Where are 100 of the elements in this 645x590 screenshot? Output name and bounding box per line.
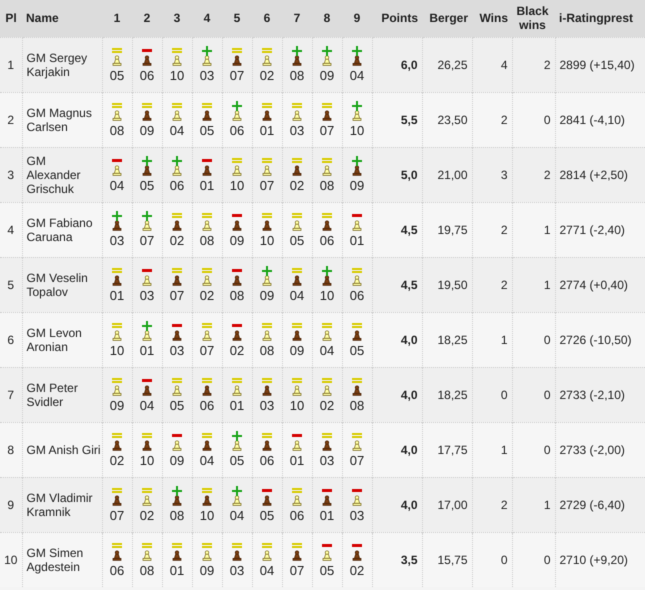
- opponent-number: 02: [230, 343, 244, 358]
- column-header: Pl: [0, 0, 22, 37]
- opponent-number: 06: [110, 563, 124, 578]
- opponent-number: 03: [110, 233, 124, 248]
- player-name: GM Fabiano Caruana: [22, 202, 102, 257]
- opponent-number: 07: [170, 288, 184, 303]
- opponent-number: 04: [320, 343, 334, 358]
- opponent-number: 02: [110, 453, 124, 468]
- opponent-number: 09: [350, 178, 364, 193]
- opponent-number: 03: [140, 288, 154, 303]
- opponent-number: 08: [110, 123, 124, 138]
- berger-cell: 26,25: [422, 37, 472, 92]
- opponent-number: 02: [140, 508, 154, 523]
- wins-cell: 4: [472, 37, 512, 92]
- rating-cell: 2841 (-4,10): [555, 92, 645, 147]
- opponent-number: 08: [290, 68, 304, 83]
- opponent-number: 03: [260, 398, 274, 413]
- berger-cell: 15,75: [422, 532, 472, 587]
- points-cell: 3,5: [372, 532, 422, 587]
- opponent-number: 01: [170, 563, 184, 578]
- berger-cell: 17,00: [422, 477, 472, 532]
- points-cell: 4,0: [372, 312, 422, 367]
- opponent-number: 03: [290, 123, 304, 138]
- wins-cell: 0: [472, 367, 512, 422]
- rating-cell: 2733 (-2,10): [555, 367, 645, 422]
- opponent-number: 10: [170, 68, 184, 83]
- opponent-number: 01: [200, 178, 214, 193]
- wins-cell: 2: [472, 92, 512, 147]
- opponent-number: 05: [200, 123, 214, 138]
- opponent-number: 07: [290, 563, 304, 578]
- berger-cell: 18,25: [422, 312, 472, 367]
- opponent-number: 09: [260, 288, 274, 303]
- place-cell: 3: [0, 147, 22, 202]
- wins-as-second-cell: 0: [512, 367, 555, 422]
- player-name: GM Magnus Carlsen: [22, 92, 102, 147]
- opponent-number: 10: [290, 398, 304, 413]
- berger-cell: 23,50: [422, 92, 472, 147]
- opponent-number: 05: [320, 563, 334, 578]
- points-cell: 4,5: [372, 202, 422, 257]
- wins-as-second-cell: 2: [512, 37, 555, 92]
- rating-cell: 2899 (+15,40): [555, 37, 645, 92]
- points-cell: 6,0: [372, 37, 422, 92]
- opponent-number: 02: [260, 68, 274, 83]
- opponent-number: 07: [260, 178, 274, 193]
- column-header: Points: [372, 0, 422, 37]
- place-cell: 1: [0, 37, 22, 92]
- points-cell: 4,0: [372, 422, 422, 477]
- column-header: 6: [252, 0, 282, 37]
- opponent-number: 02: [200, 288, 214, 303]
- column-header: i-Ratingprest: [555, 0, 645, 37]
- player-name: GM Peter Svidler: [22, 367, 102, 422]
- opponent-number: 05: [350, 343, 364, 358]
- opponent-number: 07: [200, 343, 214, 358]
- opponent-number: 08: [230, 288, 244, 303]
- points-cell: 5,0: [372, 147, 422, 202]
- opponent-number: 02: [290, 178, 304, 193]
- berger-cell: 21,00: [422, 147, 472, 202]
- place-cell: 5: [0, 257, 22, 312]
- berger-cell: 17,75: [422, 422, 472, 477]
- opponent-number: 06: [200, 398, 214, 413]
- opponent-number: 04: [350, 68, 364, 83]
- opponent-number: 06: [260, 453, 274, 468]
- place-cell: 2: [0, 92, 22, 147]
- rating-cell: 2814 (+2,50): [555, 147, 645, 202]
- column-header: 1: [102, 0, 132, 37]
- opponent-number: 07: [230, 68, 244, 83]
- opponent-number: 06: [320, 233, 334, 248]
- opponent-number: 10: [230, 178, 244, 193]
- opponent-number: 09: [290, 343, 304, 358]
- opponent-number: 01: [110, 288, 124, 303]
- opponent-number: 07: [140, 233, 154, 248]
- wins-cell: 1: [472, 312, 512, 367]
- place-cell: 9: [0, 477, 22, 532]
- opponent-number: 03: [200, 68, 214, 83]
- opponent-number: 06: [170, 178, 184, 193]
- rating-cell: 2729 (-6,40): [555, 477, 645, 532]
- opponent-number: 09: [230, 233, 244, 248]
- opponent-number: 01: [350, 233, 364, 248]
- player-name: GM Sergey Karjakin: [22, 37, 102, 92]
- wins-as-second-cell: 1: [512, 477, 555, 532]
- opponent-number: 02: [170, 233, 184, 248]
- wins-cell: 3: [472, 147, 512, 202]
- opponent-number: 05: [140, 178, 154, 193]
- opponent-number: 10: [140, 453, 154, 468]
- opponent-number: 05: [170, 398, 184, 413]
- opponent-number: 01: [290, 453, 304, 468]
- opponent-number: 09: [110, 398, 124, 413]
- berger-cell: 18,25: [422, 367, 472, 422]
- column-header: 7: [282, 0, 312, 37]
- player-name: GM Vladimir Kramnik: [22, 477, 102, 532]
- opponent-number: 05: [110, 68, 124, 83]
- player-name: GM Veselin Topalov: [22, 257, 102, 312]
- opponent-number: 05: [290, 233, 304, 248]
- opponent-number: 03: [170, 343, 184, 358]
- points-cell: 4,0: [372, 477, 422, 532]
- opponent-number: 10: [350, 123, 364, 138]
- place-cell: 4: [0, 202, 22, 257]
- opponent-number: 04: [170, 123, 184, 138]
- column-header: Name: [22, 0, 102, 37]
- opponent-number: 07: [350, 453, 364, 468]
